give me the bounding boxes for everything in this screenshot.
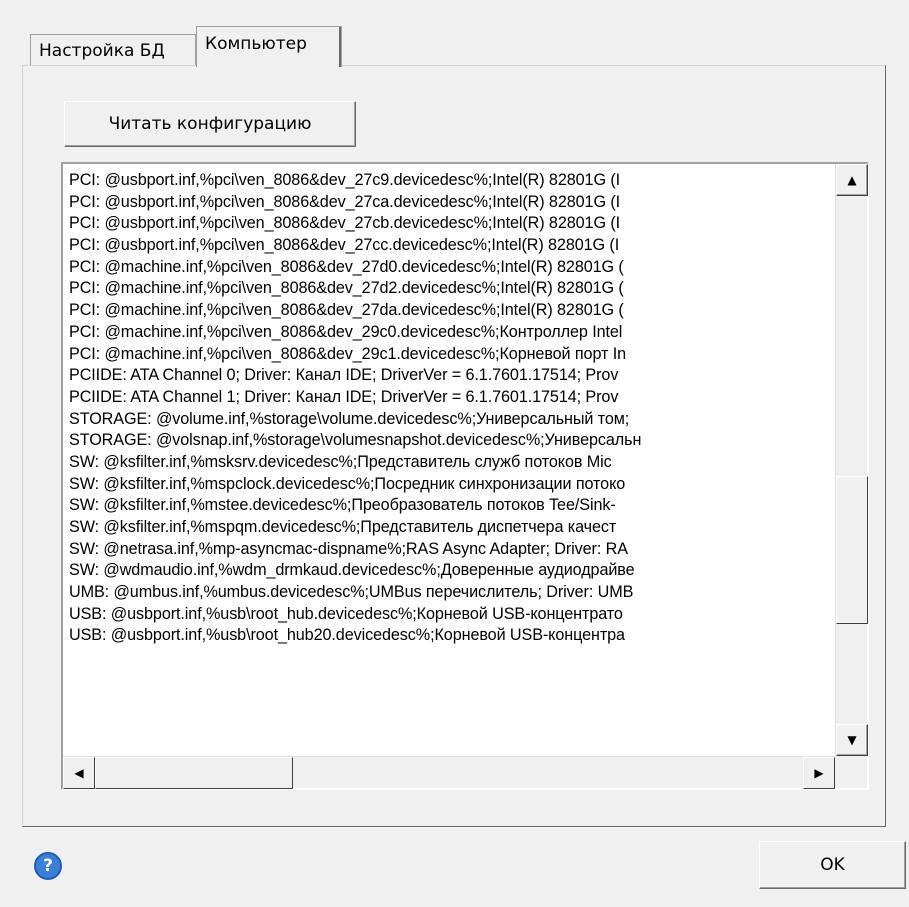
device-listbox[interactable]: PCI: @usbport.inf,%pci\ven_8086&dev_27c9… [61,162,869,790]
arrow-right-icon: ▶ [814,766,824,780]
list-item[interactable]: SW: @ksfilter.inf,%msksrv.devicedesc%;Пр… [69,452,829,474]
read-config-button[interactable]: Читать конфигурацию [64,101,356,147]
device-list-lines: PCI: @usbport.inf,%pci\ven_8086&dev_27c9… [69,170,829,754]
list-item[interactable]: SW: @wdmaudio.inf,%wdm_drmkaud.devicedes… [69,560,829,582]
list-item[interactable]: PCIIDE: ATA Channel 0; Driver: Канал IDE… [69,365,829,387]
tab-computer[interactable]: Компьютер [196,26,342,67]
list-item[interactable]: PCI: @usbport.inf,%pci\ven_8086&dev_27cc… [69,235,829,257]
list-item[interactable]: PCI: @usbport.inf,%pci\ven_8086&dev_27ca… [69,192,829,214]
list-item[interactable]: SW: @ksfilter.inf,%mspqm.devicedesc%;Пре… [69,517,829,539]
help-icon: ? [43,856,53,876]
list-item[interactable]: USB: @usbport.inf,%usb\root_hub.devicede… [69,604,829,626]
list-item[interactable]: PCI: @machine.inf,%pci\ven_8086&dev_27da… [69,300,829,322]
arrow-down-icon: ▼ [847,733,857,747]
help-button[interactable]: ? [34,852,62,880]
scroll-down-button[interactable]: ▼ [836,724,868,756]
list-item[interactable]: SW: @netrasa.inf,%mp-asyncmac-dispname%;… [69,539,829,561]
tab-db-settings[interactable]: Настройка БД [30,34,196,66]
list-item[interactable]: PCIIDE: ATA Channel 1; Driver: Канал IDE… [69,387,829,409]
list-item[interactable]: SW: @ksfilter.inf,%mstee.devicedesc%;Пре… [69,495,829,517]
list-item[interactable]: SW: @ksfilter.inf,%mspclock.devicedesc%;… [69,474,829,496]
list-item[interactable]: UMB: @umbus.inf,%umbus.devicedesc%;UMBus… [69,582,829,604]
list-item[interactable]: STORAGE: @volsnap.inf,%storage\volumesna… [69,430,829,452]
arrow-left-icon: ◀ [74,766,84,780]
list-item[interactable]: PCI: @usbport.inf,%pci\ven_8086&dev_27cb… [69,213,829,235]
list-item[interactable]: PCI: @machine.inf,%pci\ven_8086&dev_27d2… [69,278,829,300]
scroll-left-button[interactable]: ◀ [63,757,95,789]
list-item[interactable]: STORAGE: @volume.inf,%storage\volume.dev… [69,409,829,431]
list-item[interactable]: PCI: @machine.inf,%pci\ven_8086&dev_27d0… [69,257,829,279]
scroll-right-button[interactable]: ▶ [803,757,835,789]
horizontal-scroll-thumb[interactable] [95,757,293,789]
list-item[interactable]: PCI: @usbport.inf,%pci\ven_8086&dev_27c9… [69,170,829,192]
list-item[interactable]: PCI: @machine.inf,%pci\ven_8086&dev_29c0… [69,322,829,344]
config-dialog: { "tabs": [ {"label": "Настройка БД"}, {… [0,0,909,907]
list-item[interactable]: PCI: @machine.inf,%pci\ven_8086&dev_29c1… [69,344,829,366]
horizontal-scrollbar[interactable]: ◀ ▶ [63,756,835,789]
arrow-up-icon: ▲ [847,173,857,187]
ok-button[interactable]: OK [759,841,906,889]
vertical-scroll-thumb[interactable] [836,476,868,624]
scroll-up-button[interactable]: ▲ [836,164,868,196]
vertical-scrollbar[interactable]: ▲ ▼ [835,164,868,756]
list-item[interactable]: USB: @usbport.inf,%usb\root_hub20.device… [69,625,829,647]
scrollbar-corner [835,756,867,788]
